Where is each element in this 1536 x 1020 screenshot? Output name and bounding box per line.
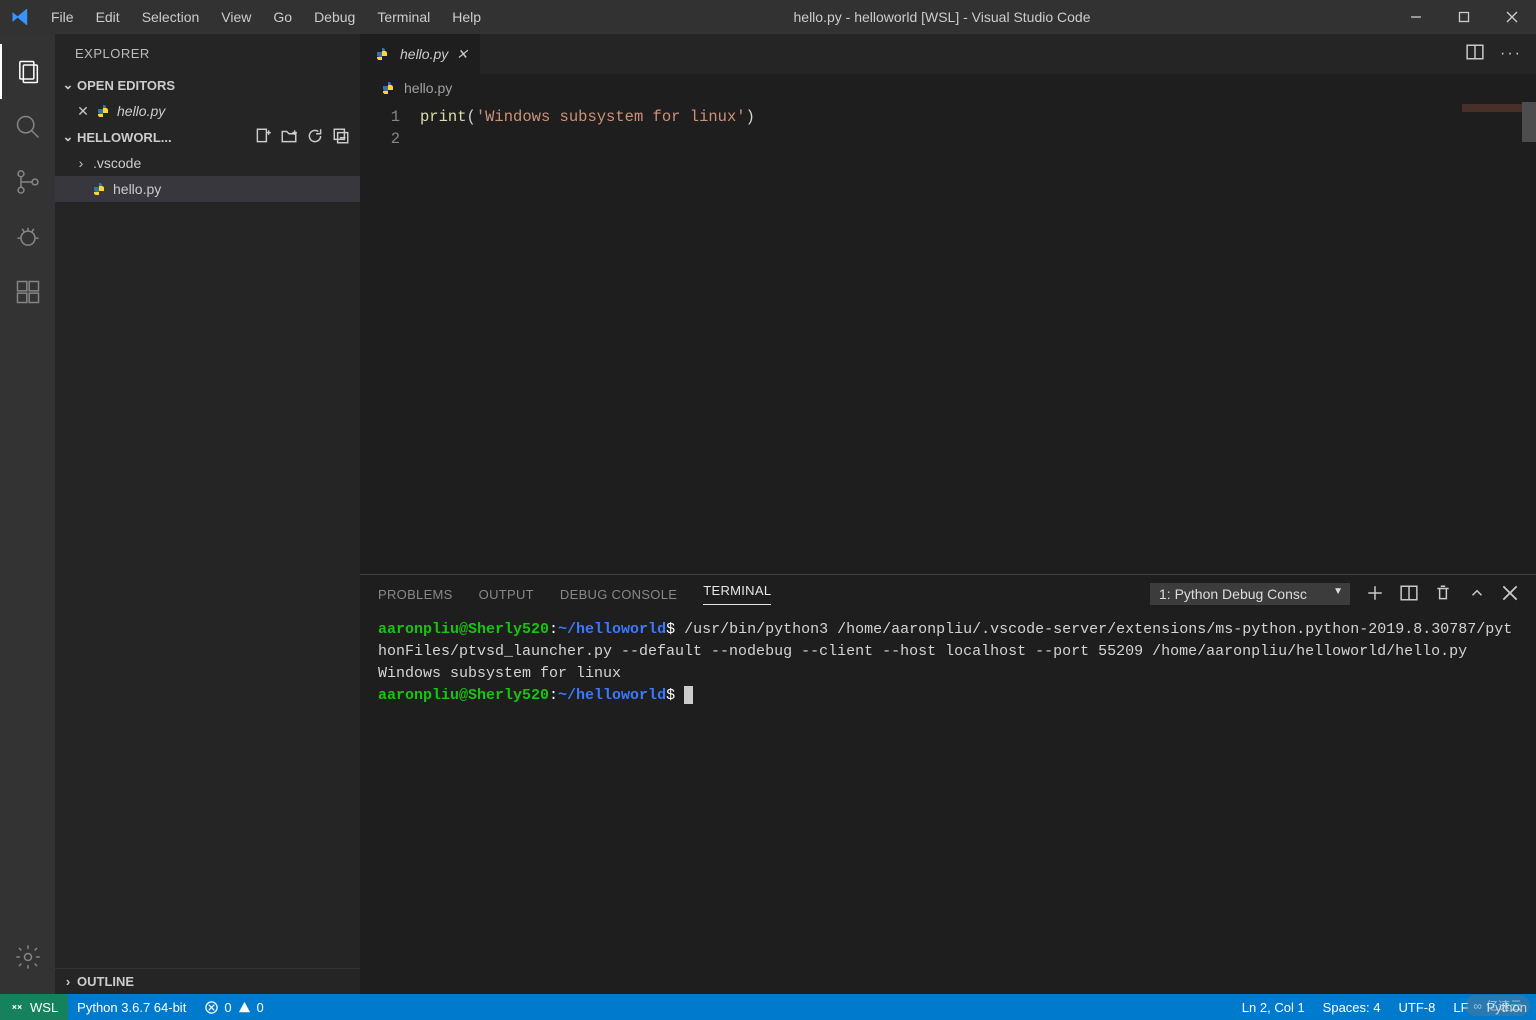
remote-label: WSL xyxy=(30,1000,58,1015)
status-problems[interactable]: 0 0 xyxy=(195,994,272,1020)
tree-file-hello[interactable]: hello.py xyxy=(55,176,360,202)
status-cursor[interactable]: Ln 2, Col 1 xyxy=(1233,1000,1314,1015)
editor-content[interactable]: 1 2 print('Windows subsystem for linux') xyxy=(360,102,1536,574)
activity-source-control[interactable] xyxy=(0,154,55,209)
close-button[interactable] xyxy=(1488,0,1536,34)
tab-hello-py[interactable]: hello.py ✕ xyxy=(360,34,481,74)
chevron-right-icon: › xyxy=(73,155,89,171)
window-controls xyxy=(1392,0,1536,34)
line-gutter: 1 2 xyxy=(360,102,420,574)
chevron-right-icon: › xyxy=(59,974,77,989)
statusbar: WSL Python 3.6.7 64-bit 0 0 Ln 2, Col 1 … xyxy=(0,994,1536,1020)
panel-tabs: PROBLEMS OUTPUT DEBUG CONSOLE TERMINAL 1… xyxy=(360,575,1536,613)
split-editor-icon[interactable] xyxy=(1466,43,1484,66)
line-number: 2 xyxy=(360,128,400,150)
warnings-count: 0 xyxy=(257,1000,264,1015)
breadcrumb[interactable]: hello.py xyxy=(360,74,1536,102)
panel-tab-debug-console[interactable]: DEBUG CONSOLE xyxy=(560,587,677,602)
terminal-cursor xyxy=(684,686,693,704)
editor-scrollbar[interactable] xyxy=(1522,102,1536,142)
maximize-panel-icon[interactable] xyxy=(1468,584,1486,605)
activity-bar xyxy=(0,34,55,994)
minimap[interactable] xyxy=(1462,104,1522,112)
titlebar: File Edit Selection View Go Debug Termin… xyxy=(0,0,1536,34)
editor-area: hello.py ✕ ··· hello.py 1 2 print('Windo… xyxy=(360,34,1536,994)
activity-extensions[interactable] xyxy=(0,264,55,319)
collapse-all-icon[interactable] xyxy=(332,127,350,148)
status-encoding[interactable]: UTF-8 xyxy=(1390,1000,1445,1015)
menu-terminal[interactable]: Terminal xyxy=(366,0,441,34)
new-folder-icon[interactable] xyxy=(280,127,298,148)
terminal-selector[interactable]: 1: Python Debug Consc xyxy=(1150,583,1350,605)
status-remote[interactable]: WSL xyxy=(0,994,68,1020)
python-file-icon xyxy=(89,181,109,197)
split-terminal-icon[interactable] xyxy=(1400,584,1418,605)
status-python[interactable]: Python 3.6.7 64-bit xyxy=(68,994,195,1020)
panel-tab-output[interactable]: OUTPUT xyxy=(479,587,534,602)
editor-tabs: hello.py ✕ ··· xyxy=(360,34,1536,74)
outline-header[interactable]: › OUTLINE xyxy=(55,968,360,994)
open-editor-item[interactable]: ✕ hello.py xyxy=(55,98,360,124)
bottom-panel: PROBLEMS OUTPUT DEBUG CONSOLE TERMINAL 1… xyxy=(360,574,1536,994)
open-editors-header[interactable]: ⌄ OPEN EDITORS xyxy=(55,72,360,98)
code-line-1: print('Windows subsystem for linux') xyxy=(420,106,1536,128)
breadcrumb-item: hello.py xyxy=(404,80,452,96)
close-icon[interactable]: ✕ xyxy=(73,103,93,120)
activity-explorer[interactable] xyxy=(0,44,55,99)
menu-debug[interactable]: Debug xyxy=(303,0,366,34)
more-actions-icon[interactable]: ··· xyxy=(1500,45,1522,63)
file-name: hello.py xyxy=(113,181,161,197)
open-editor-filename: hello.py xyxy=(117,103,165,119)
new-terminal-icon[interactable] xyxy=(1366,584,1384,605)
tab-label: hello.py xyxy=(400,46,448,62)
python-file-icon xyxy=(93,103,113,119)
menu-view[interactable]: View xyxy=(210,0,262,34)
refresh-icon[interactable] xyxy=(306,127,324,148)
activity-search[interactable] xyxy=(0,99,55,154)
folder-name: .vscode xyxy=(93,155,141,171)
menu-go[interactable]: Go xyxy=(262,0,303,34)
panel-tab-problems[interactable]: PROBLEMS xyxy=(378,587,453,602)
minimize-button[interactable] xyxy=(1392,0,1440,34)
workspace-label: HELLOWORL... xyxy=(77,130,172,145)
status-spaces[interactable]: Spaces: 4 xyxy=(1314,1000,1390,1015)
maximize-button[interactable] xyxy=(1440,0,1488,34)
window-title: hello.py - helloworld [WSL] - Visual Stu… xyxy=(492,9,1392,25)
panel-tab-terminal[interactable]: TERMINAL xyxy=(703,583,771,605)
errors-count: 0 xyxy=(224,1000,231,1015)
chevron-down-icon: ⌄ xyxy=(59,129,77,145)
line-number: 1 xyxy=(360,106,400,128)
python-file-icon xyxy=(372,46,392,62)
tab-close-icon[interactable]: ✕ xyxy=(456,46,468,63)
tree-folder-vscode[interactable]: › .vscode xyxy=(55,150,360,176)
close-panel-icon[interactable] xyxy=(1502,585,1518,604)
workspace-header[interactable]: ⌄ HELLOWORL... xyxy=(55,124,360,150)
outline-label: OUTLINE xyxy=(77,974,134,989)
activity-settings[interactable] xyxy=(0,929,55,984)
menu-file[interactable]: File xyxy=(40,0,85,34)
app-icon xyxy=(0,0,40,34)
menu-help[interactable]: Help xyxy=(441,0,492,34)
python-file-icon xyxy=(378,80,398,96)
code-body[interactable]: print('Windows subsystem for linux') xyxy=(420,102,1536,574)
terminal-content[interactable]: aaronpliu@Sherly520:~/helloworld$ /usr/b… xyxy=(360,613,1536,994)
menu-selection[interactable]: Selection xyxy=(131,0,211,34)
sidebar-title: EXPLORER xyxy=(55,34,360,72)
sidebar-explorer: EXPLORER ⌄ OPEN EDITORS ✕ hello.py ⌄ HEL… xyxy=(55,34,360,994)
menu-bar: File Edit Selection View Go Debug Termin… xyxy=(40,0,492,34)
new-file-icon[interactable] xyxy=(254,127,272,148)
chevron-down-icon: ⌄ xyxy=(59,77,77,93)
menu-edit[interactable]: Edit xyxy=(85,0,131,34)
kill-terminal-icon[interactable] xyxy=(1434,584,1452,605)
watermark: ∞亿速云 xyxy=(1465,995,1530,1016)
open-editors-label: OPEN EDITORS xyxy=(77,78,175,93)
activity-debug[interactable] xyxy=(0,209,55,264)
